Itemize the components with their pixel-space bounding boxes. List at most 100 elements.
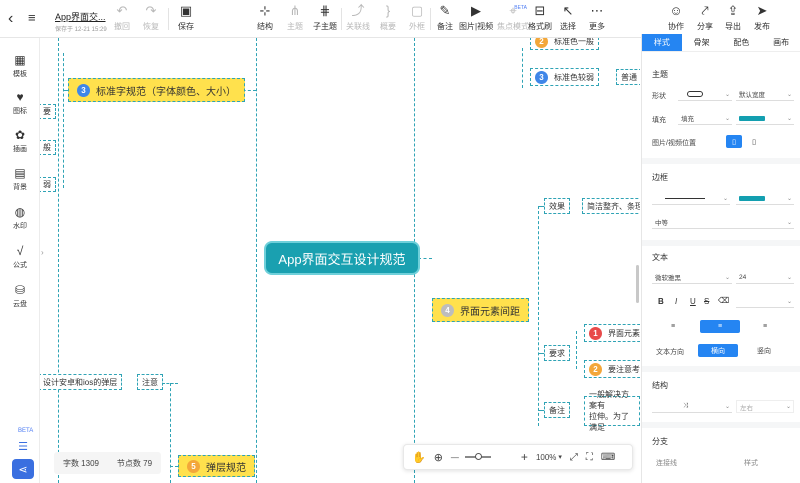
topic-node[interactable]: 1 界面元素 xyxy=(584,324,640,342)
media-left-button[interactable]: ▯ xyxy=(726,135,742,148)
italic-button[interactable]: I xyxy=(675,297,677,306)
redo-button[interactable]: ↷ 恢复 xyxy=(143,3,159,32)
document-stats: 字数 1309 节点数 79 xyxy=(54,452,161,474)
topic-node-require[interactable]: 要求 xyxy=(544,345,570,361)
outline-view-button[interactable]: ☰ xyxy=(12,436,34,456)
collapse-sidebar-icon[interactable]: › xyxy=(41,248,49,270)
mindmap-view-button[interactable]: ⋖ xyxy=(12,459,34,479)
bold-button[interactable]: B xyxy=(658,297,664,306)
topic-node[interactable]: 弱 xyxy=(40,177,56,192)
share-button[interactable]: ⤤ 分享 xyxy=(697,3,713,32)
sidebar-item-template[interactable]: ▦ 模板 xyxy=(0,52,40,79)
branch-node-4[interactable]: 4 界面元素间距 xyxy=(432,298,529,322)
topic-node[interactable]: 3 标准色较弱 xyxy=(530,68,599,86)
fill-color-select[interactable]: ⌄ xyxy=(736,112,794,125)
tab-style[interactable]: 样式 xyxy=(642,34,682,51)
more-button[interactable]: ⋯ 更多 xyxy=(589,3,605,32)
export-button[interactable]: ⇪ 导出 xyxy=(725,3,741,32)
topic-node[interactable]: 简洁整齐、条理 xyxy=(582,198,640,214)
undo-button[interactable]: ↶ 撤回 xyxy=(114,3,130,32)
subtopic-button[interactable]: ⋕ 子主题 xyxy=(313,3,337,32)
collaborate-button[interactable]: ☺ 协作 xyxy=(668,3,684,32)
root-topic[interactable]: App界面交互设计规范 xyxy=(266,243,418,273)
cloud-disk-icon: ⛁ xyxy=(14,283,26,297)
align-right-button[interactable]: ≡ xyxy=(750,320,780,333)
tab-skeleton[interactable]: 骨架 xyxy=(682,34,722,51)
text-horizontal-button[interactable]: 横向 xyxy=(698,344,738,357)
image-video-button[interactable]: ▶ 图片|视频 xyxy=(459,3,493,32)
chevron-down-icon: ⌄ xyxy=(722,195,728,202)
tab-color-scheme[interactable]: 配色 xyxy=(722,34,762,51)
topic-node-note[interactable]: 备注 xyxy=(544,402,570,418)
fullscreen-icon[interactable]: ⛶ xyxy=(586,452,593,463)
border-color-select[interactable]: ⌄ xyxy=(736,192,794,205)
zoom-level[interactable]: 100% xyxy=(536,453,556,462)
connector-line xyxy=(522,48,523,88)
vertical-scrollbar[interactable] xyxy=(636,265,639,303)
top-toolbar: ‹ ≡ App界面交... 保存于 12-21 15:29 ↶ 撤回 ↷ 恢复 … xyxy=(0,0,800,38)
branch-node-3[interactable]: 3 标准字规范（字体颜色、大小） xyxy=(68,78,245,102)
format-painter-button[interactable]: ⊟ 格式刷 xyxy=(528,3,552,32)
note-button[interactable]: ✎ 备注 xyxy=(437,3,453,32)
clear-format-icon[interactable]: ⌫ xyxy=(718,296,729,305)
zoom-slider[interactable] xyxy=(464,453,491,460)
media-right-button[interactable]: ▯ xyxy=(746,135,762,148)
select-button[interactable]: ↖ 选择 xyxy=(560,3,576,32)
font-family-select[interactable]: 微软雅黑 ⌄ xyxy=(652,271,732,284)
locate-icon[interactable]: ⊕ xyxy=(434,451,443,464)
heart-icon: ♥ xyxy=(16,90,24,104)
topic-node[interactable]: 普通 xyxy=(616,69,640,85)
border-weight-select[interactable]: 中等 ⌄ xyxy=(652,216,794,229)
fit-screen-icon[interactable]: ⤢ xyxy=(570,452,578,463)
focus-mode-button[interactable]: ⌖ BETA 焦点模式 xyxy=(497,3,529,32)
sidebar-item-icon[interactable]: ♥ 图标 xyxy=(0,89,40,116)
tab-canvas[interactable]: 画布 xyxy=(761,34,800,51)
text-vertical-button[interactable]: 竖向 xyxy=(744,344,784,357)
sidebar-item-cloud-disk[interactable]: ⛁ 云盘 xyxy=(0,282,40,309)
topic-node[interactable]: 2 标准色一般 xyxy=(530,38,599,50)
sidebar-item-illustration[interactable]: ✿ 插画 xyxy=(0,127,40,154)
width-select[interactable]: 默认宽度 ⌄ xyxy=(736,88,794,101)
text-color-select[interactable]: ⌄ xyxy=(736,295,794,308)
underline-button[interactable]: U xyxy=(690,297,696,306)
fill-select[interactable]: 填充 ⌄ xyxy=(678,112,732,125)
topic-node[interactable]: 般 xyxy=(40,140,56,155)
shape-select[interactable]: ⌄ xyxy=(678,88,732,101)
relation-line-button[interactable]: ⤴ 关联线 xyxy=(346,3,370,32)
save-button[interactable]: ▣ 保存 xyxy=(178,3,194,32)
branch-node-5[interactable]: 5 弹层规范 xyxy=(178,455,255,477)
sidebar-item-background[interactable]: ▤ 背景 xyxy=(0,165,40,192)
sidebar-item-formula[interactable]: √ 公式 xyxy=(0,243,40,270)
keyboard-icon[interactable]: ⌨ xyxy=(601,452,615,463)
sidebar-item-watermark[interactable]: ◍ 水印 xyxy=(0,204,40,231)
topic-button[interactable]: ⋔ 主题 xyxy=(287,3,303,32)
topic-node[interactable]: 要 xyxy=(40,104,56,119)
font-size-select[interactable]: 24 ⌄ xyxy=(736,271,794,284)
back-icon[interactable]: ‹ xyxy=(8,10,13,28)
chevron-down-icon[interactable]: ▾ xyxy=(558,453,562,461)
hamburger-icon[interactable]: ≡ xyxy=(28,10,36,25)
topic-node-note[interactable]: 注意 xyxy=(137,374,163,390)
zoom-out-button[interactable]: — xyxy=(451,453,459,462)
structure-button[interactable]: ⊹ 结构 xyxy=(257,3,273,32)
topic-node[interactable]: 一般解决方案有 拉伸。为了满足 xyxy=(584,390,640,432)
summary-button[interactable]: } 概要 xyxy=(380,3,396,32)
align-left-button[interactable]: ≡ xyxy=(658,320,688,333)
zoom-in-button[interactable]: + xyxy=(521,450,528,464)
topic-node-effect[interactable]: 效果 xyxy=(544,198,570,214)
mindmap-canvas[interactable]: › 要 般 弱 3 标准字规范（字体颜色、大小） App界面交互设计规范 2 标… xyxy=(40,38,640,483)
topic-node[interactable]: 设计安卓和ios的弹层 xyxy=(40,374,123,390)
strikethrough-button[interactable]: S xyxy=(704,297,709,306)
border-style-select[interactable]: ⌄ xyxy=(652,192,730,205)
outer-frame-button[interactable]: ▢ 外框 xyxy=(409,3,425,32)
document-title[interactable]: App界面交... xyxy=(55,10,106,23)
hand-icon[interactable]: ✋ xyxy=(412,451,426,464)
align-center-button[interactable]: ≡ xyxy=(700,320,740,333)
divider xyxy=(341,8,342,30)
topic-node[interactable]: 2 要注意考 xyxy=(584,360,640,378)
structure-position-select[interactable]: 左右 ⌄ xyxy=(736,400,794,413)
more-icon: ⋯ xyxy=(590,3,604,18)
publish-button[interactable]: ➤ 发布 xyxy=(754,3,770,32)
structure-select[interactable]: ⤨ ⌄ xyxy=(652,400,732,413)
zoom-slider-knob[interactable] xyxy=(474,453,482,460)
